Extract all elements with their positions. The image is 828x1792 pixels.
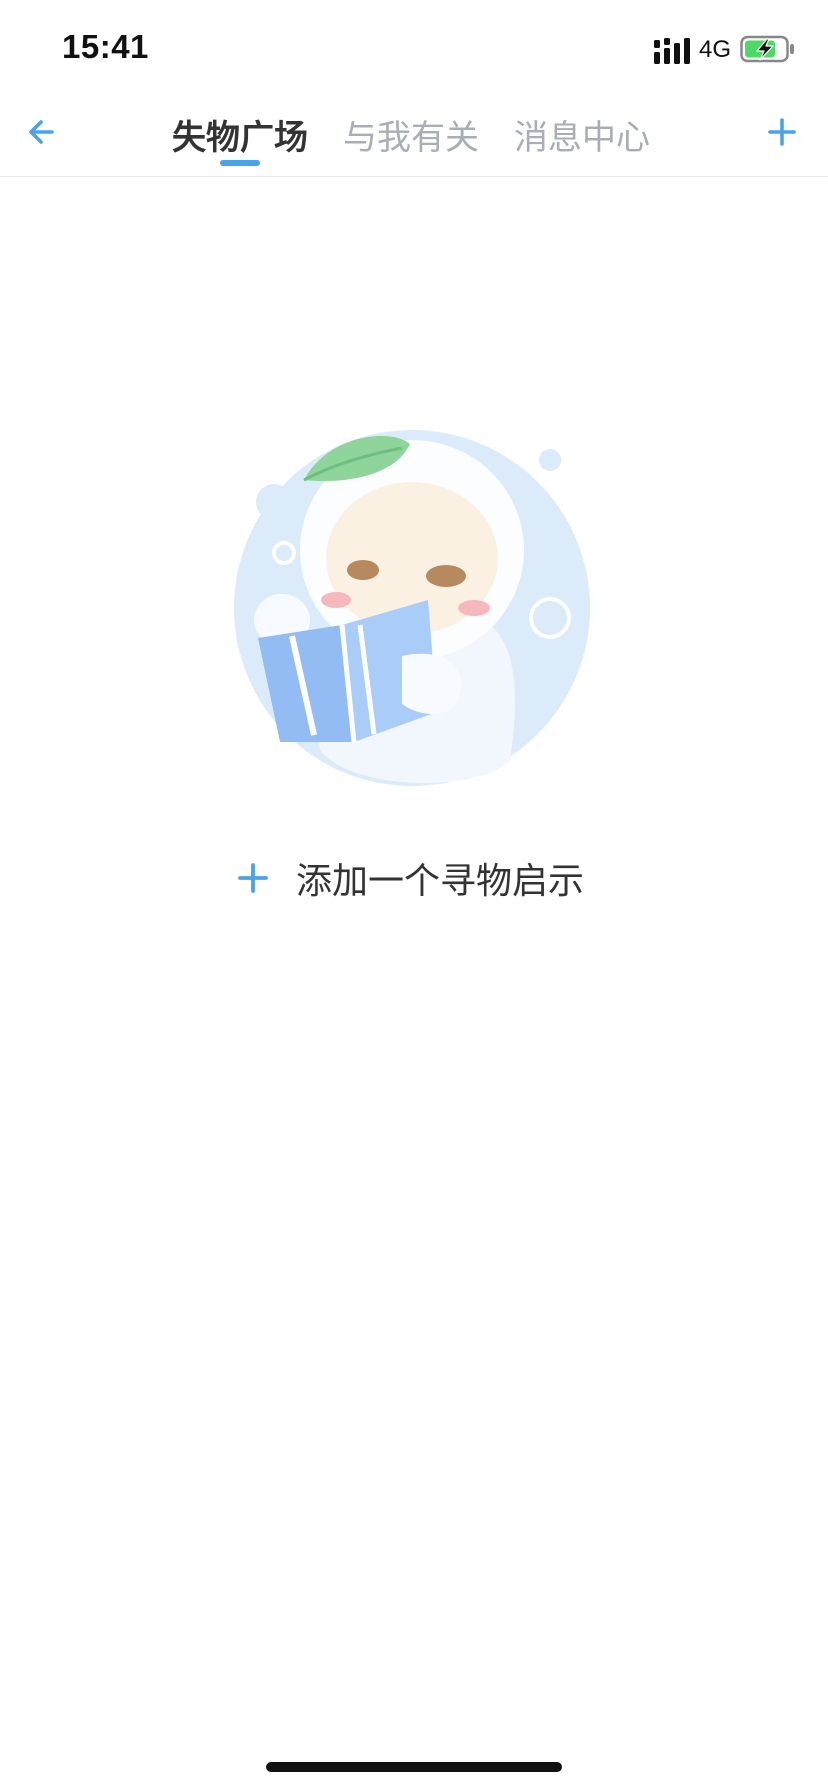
active-tab-indicator [220, 160, 260, 166]
nav-bar: 失物广场 与我有关 消息中心 [0, 100, 828, 177]
lost-and-found-screen: 15:41 4G 失物广场 与我有关 消息中心 添加一个寻物启示 [0, 0, 828, 1792]
status-time: 15:41 [62, 28, 149, 65]
tab-bar: 失物广场 与我有关 消息中心 [160, 100, 680, 176]
tab-message-center[interactable]: 消息中心 [514, 110, 650, 159]
back-arrow-icon[interactable] [22, 110, 66, 154]
tab-related-to-me[interactable]: 与我有关 [343, 110, 479, 159]
plus-icon[interactable] [760, 110, 804, 154]
add-notice-label: 添加一个寻物启示 [296, 861, 585, 902]
home-indicator[interactable] [266, 1762, 562, 1772]
status-bar: 15:41 4G [0, 0, 828, 100]
tab-lost-items-square[interactable]: 失物广场 [172, 110, 308, 159]
signal-icon [654, 38, 690, 64]
reading-character-illustration [234, 430, 590, 786]
battery-charging-icon [740, 35, 794, 63]
plus-icon [238, 863, 268, 893]
add-lost-item-notice-button[interactable]: 添加一个寻物启示 [236, 850, 584, 906]
network-type-label: 4G [699, 36, 732, 63]
